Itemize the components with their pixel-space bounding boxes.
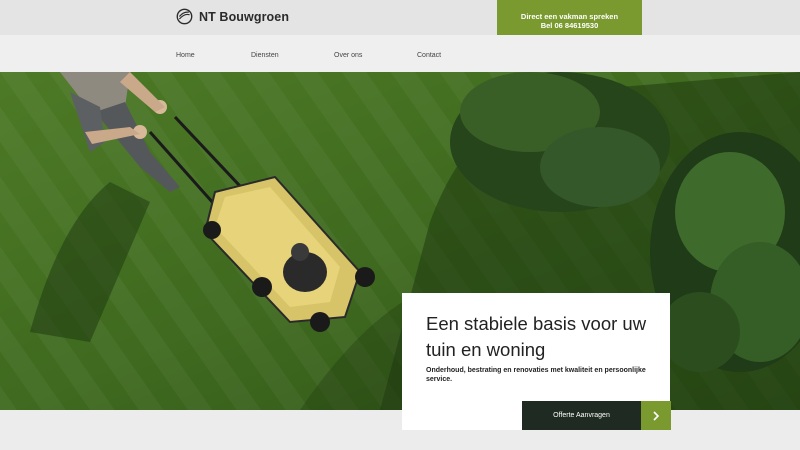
chevron-right-icon [653,410,660,421]
hero-subtitle: Onderhoud, bestrating en renovaties met … [426,367,646,383]
nav-home[interactable]: Home [176,52,195,59]
lawn-photo [0,72,800,410]
cta-phone: Bel 06 84619530 [540,21,599,30]
offerte-arrow-button[interactable] [641,401,671,430]
nav-over-ons[interactable]: Over ons [334,52,362,59]
nav-diensten[interactable]: Diensten [251,52,279,59]
top-bar: NT Bouwgroen [0,0,800,35]
cta-line1: Direct een vakman spreken [520,12,619,21]
section-below [0,410,800,450]
offerte-button-label: Offerte Aanvragen [553,412,610,419]
hero-title: Een stabiele basis voor uw tuin en wonin… [426,313,647,360]
main-nav: Home Diensten Over ons Contact [0,35,800,72]
nav-contact[interactable]: Contact [417,52,441,59]
brand-name: NT Bouwgroen [199,9,290,24]
hero-image [0,72,800,410]
logo[interactable]: NT Bouwgroen [176,8,289,25]
offerte-aanvragen-button[interactable]: Offerte Aanvragen [522,401,641,430]
leaf-circle-icon [176,8,193,25]
